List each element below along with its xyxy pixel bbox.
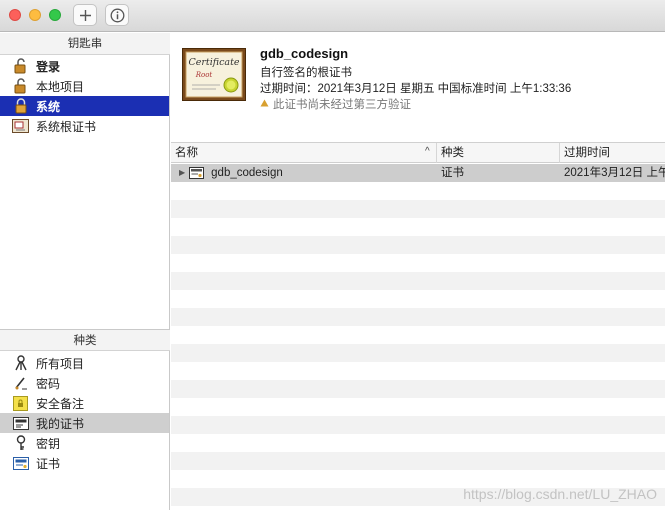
table-row-empty [171, 236, 665, 254]
sidebar-item-label: 安全备注 [36, 396, 85, 411]
certificate-icon [12, 455, 29, 471]
certificate-title: gdb_codesign [260, 46, 349, 61]
table-row-empty [171, 344, 665, 362]
password-icon [12, 375, 29, 391]
zoom-window-button[interactable] [49, 9, 61, 21]
table-row-empty [171, 416, 665, 434]
get-info-button[interactable] [105, 4, 129, 26]
certificate-detail-panel: Certificate Root gdb_codesign 自行签名的根证书 过… [171, 33, 665, 142]
sidebar-item-label: 系统 [36, 99, 61, 114]
toolbar [0, 0, 665, 32]
secure-note-icon [12, 395, 29, 411]
watermark-text: https://blog.csdn.net/LU_ZHAO [463, 486, 657, 502]
certificate-image-icon: Certificate Root [182, 48, 246, 101]
cert-image-root-text: Root [195, 71, 213, 79]
table-header: 名称 ^ 种类 过期时间 [171, 143, 665, 163]
table-row-empty [171, 254, 665, 272]
sidebar-item-secure-notes[interactable]: 安全备注 [0, 393, 169, 413]
row-kind-cell: 证书 [441, 167, 464, 179]
table-row-empty [171, 452, 665, 470]
minimize-window-button[interactable] [29, 9, 41, 21]
lock-open-icon [12, 58, 29, 74]
sidebar-item-passwords[interactable]: 密码 [0, 373, 169, 393]
category-header: 种类 [0, 329, 170, 351]
column-header-expires[interactable]: 过期时间 [560, 143, 665, 163]
table-row[interactable]: ▶ gdb_codesign 证书 2021年3月12日 上午1:33:36 [171, 164, 665, 182]
table-row-empty [171, 326, 665, 344]
row-name-cell: ▶ gdb_codesign [179, 164, 437, 182]
sidebar-item-login[interactable]: 登录 [0, 56, 169, 76]
all-items-icon [12, 355, 29, 371]
table-row-empty [171, 182, 665, 200]
add-item-button[interactable] [73, 4, 97, 26]
sidebar-item-label: 证书 [36, 456, 61, 471]
lock-closed-icon [12, 98, 29, 114]
warning-icon [260, 98, 269, 110]
sort-ascending-icon[interactable]: ^ [425, 146, 430, 157]
sidebar-item-label: 系统根证书 [36, 119, 97, 134]
lock-open-icon [12, 78, 29, 94]
sidebar-item-label: 我的证书 [36, 416, 85, 431]
table-row-empty [171, 362, 665, 380]
sidebar-item-label: 所有项目 [36, 356, 85, 371]
sidebar-item-certificates[interactable]: 证书 [0, 453, 169, 473]
keychains-header: 钥匙串 [0, 33, 170, 55]
certificate-icon [189, 167, 205, 179]
sidebar-item-label: 本地项目 [36, 79, 85, 94]
sidebar-item-my-certificates[interactable]: 我的证书 [0, 413, 169, 433]
table-row-empty [171, 218, 665, 236]
table-row-empty [171, 272, 665, 290]
column-header-name[interactable]: 名称 [171, 143, 437, 163]
sidebar-item-label: 密钥 [36, 436, 61, 451]
table-row-empty [171, 200, 665, 218]
certificate-subtitle: 自行签名的根证书 [260, 67, 352, 79]
table-row-empty [171, 290, 665, 308]
sidebar-item-system[interactable]: 系统 [0, 96, 169, 116]
row-expires-cell: 2021年3月12日 上午1:33:36 [564, 167, 665, 179]
info-icon [110, 8, 124, 22]
plus-icon [79, 9, 91, 21]
sidebar-item-all-items[interactable]: 所有项目 [0, 353, 169, 373]
table-row-empty [171, 398, 665, 416]
sidebar-item-label: 登录 [36, 59, 61, 74]
key-icon [12, 435, 29, 451]
warning-text: 此证书尚未经过第三方验证 [273, 99, 411, 111]
sidebar-item-local-items[interactable]: 本地项目 [0, 76, 169, 96]
sidebar-item-label: 密码 [36, 376, 61, 391]
column-header-kind[interactable]: 种类 [437, 143, 560, 163]
my-cert-icon [12, 415, 29, 431]
row-name-text: gdb_codesign [211, 167, 283, 179]
table-row-empty [171, 308, 665, 326]
sidebar-item-system-roots[interactable]: 系统根证书 [0, 116, 169, 136]
sidebar: 钥匙串 登录 本地项目 系统 系统根证书 种类 所有项目 密码 安全备注 我的证… [0, 33, 170, 510]
cert-image-title-text: Certificate [188, 57, 239, 68]
cabinet-icon [12, 118, 29, 134]
table-row-empty [171, 380, 665, 398]
items-table: 名称 ^ 种类 过期时间 ▶ gdb_codesign 证书 2021年3月12… [171, 142, 665, 510]
certificate-warning: 此证书尚未经过第三方验证 [260, 96, 411, 112]
disclosure-triangle-icon[interactable]: ▶ [179, 164, 185, 182]
close-window-button[interactable] [9, 9, 21, 21]
certificate-expiry: 过期时间：2021年3月12日 星期五 中国标准时间 上午1:33:36 [260, 83, 572, 95]
table-row-empty [171, 434, 665, 452]
sidebar-item-keys[interactable]: 密钥 [0, 433, 169, 453]
